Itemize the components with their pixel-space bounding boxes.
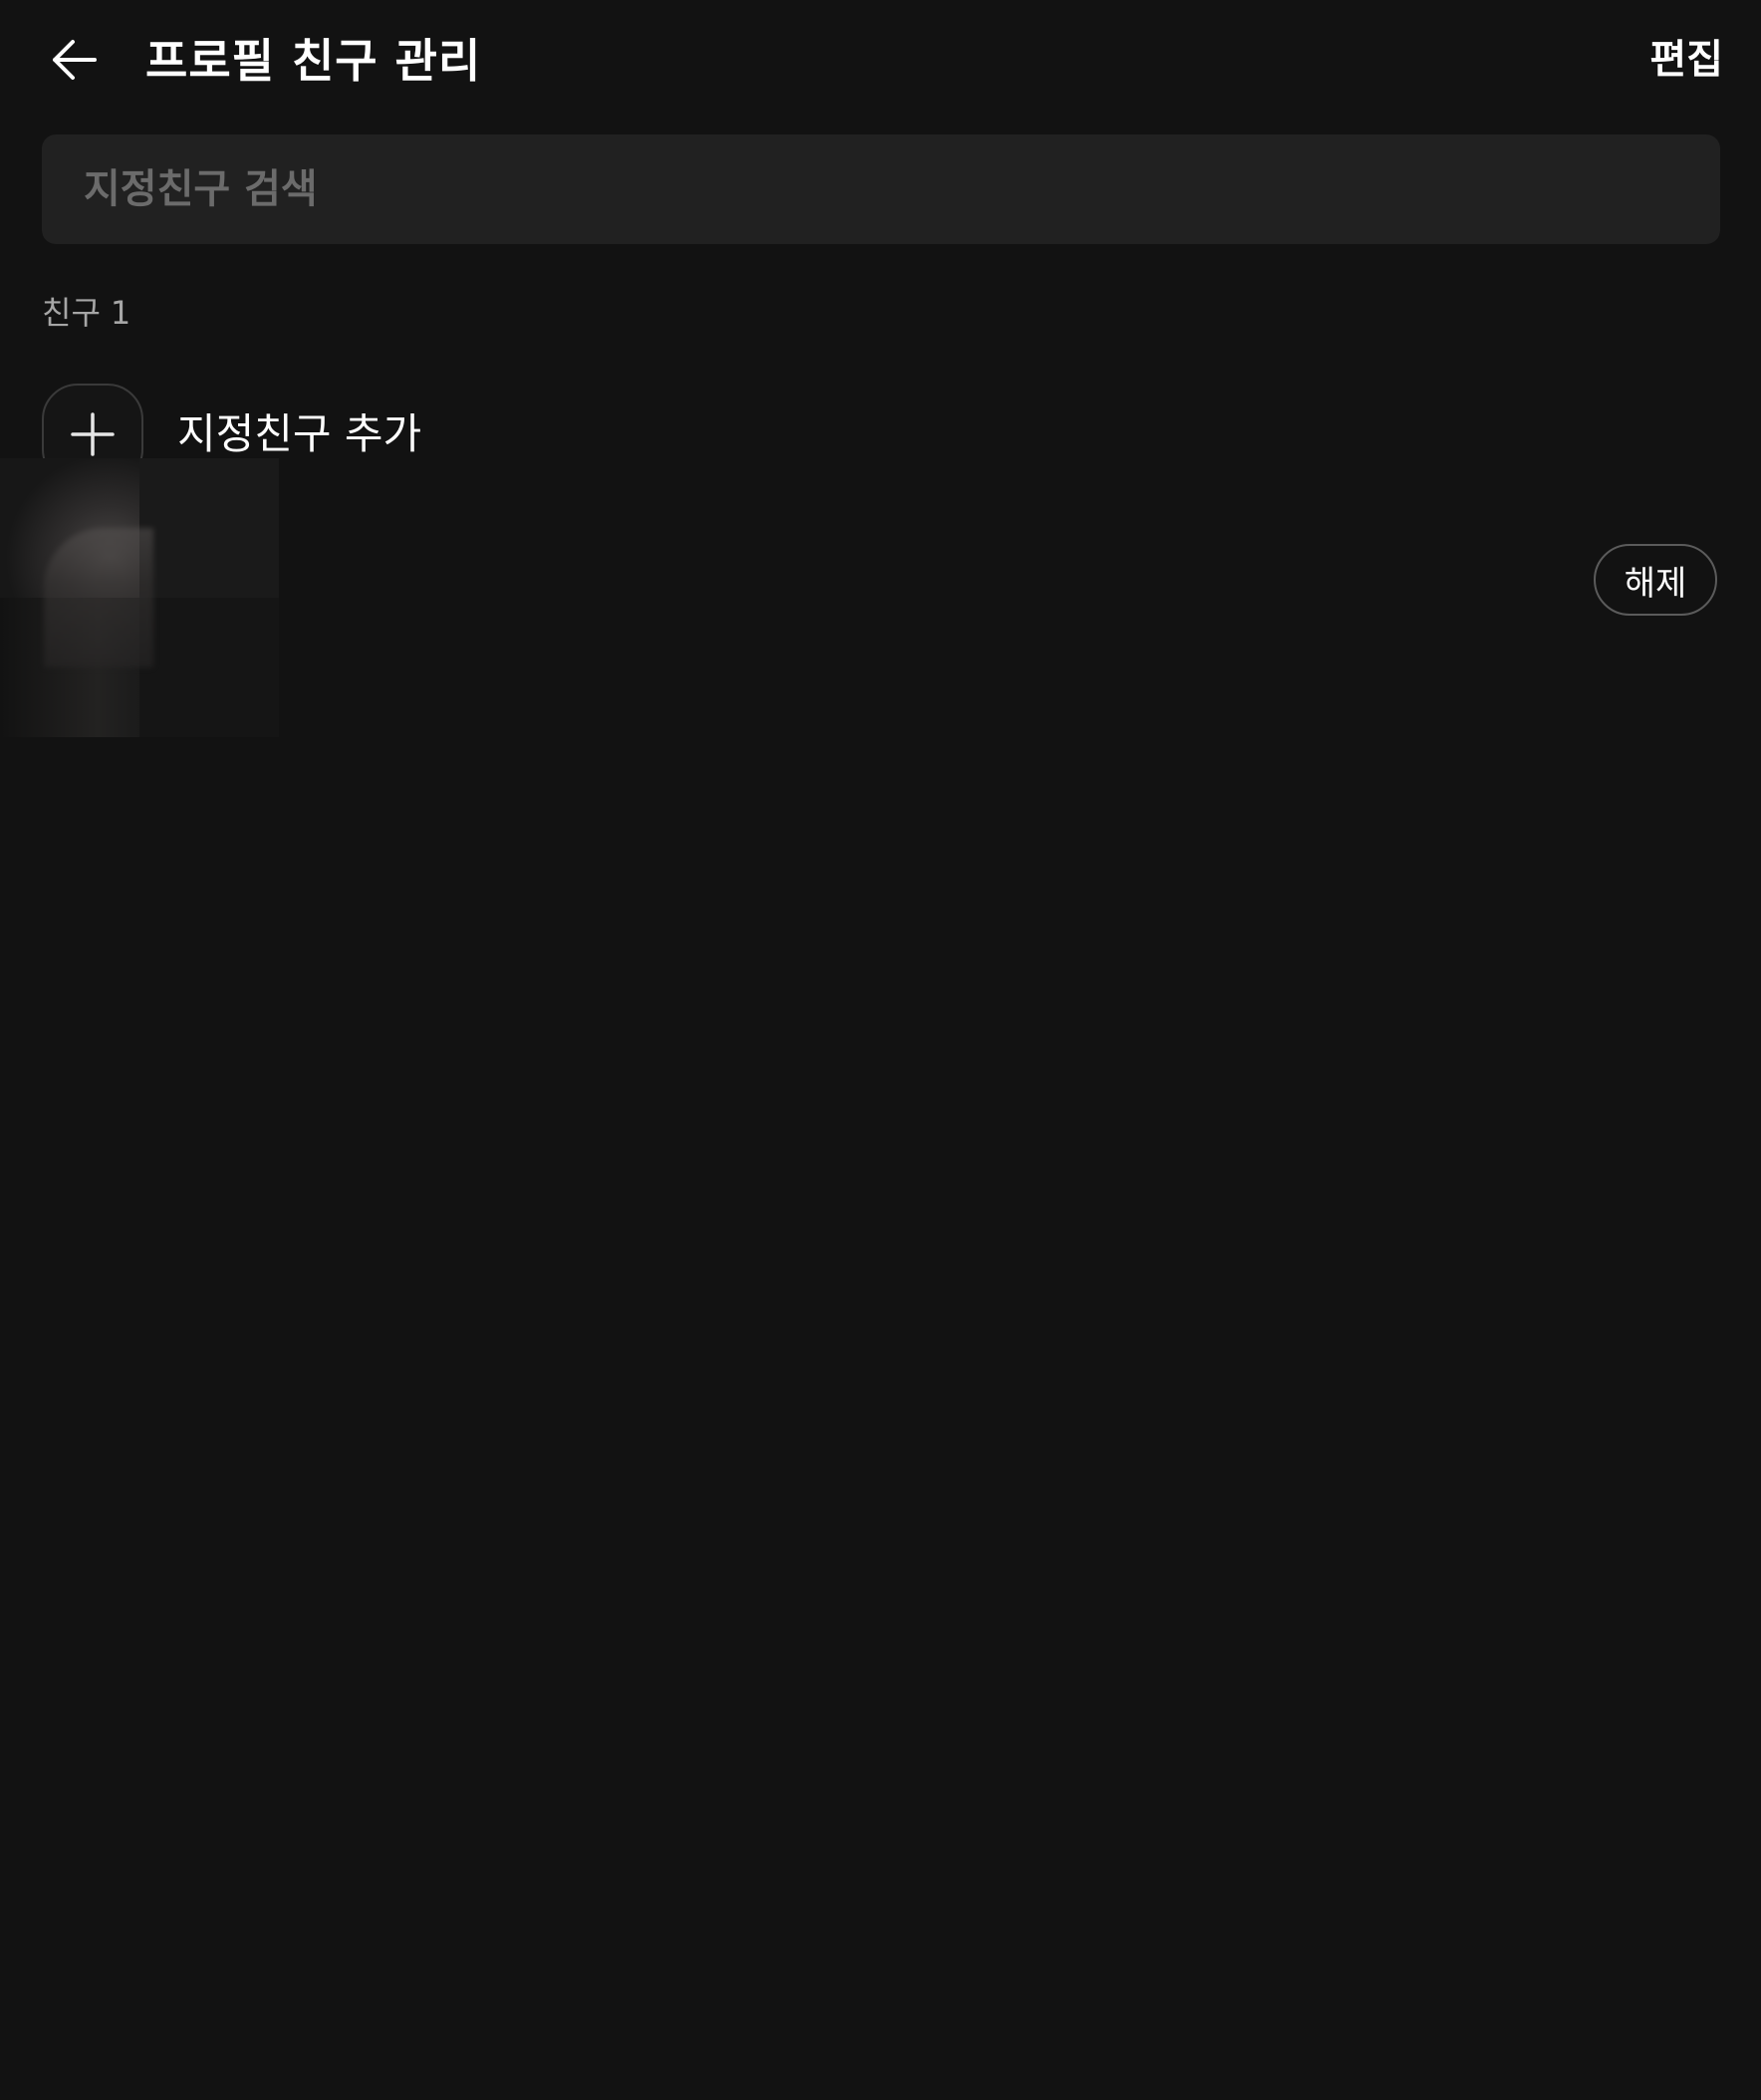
back-button[interactable] bbox=[36, 22, 112, 98]
search-input[interactable] bbox=[84, 134, 1677, 244]
friends-section-header: 친구 1 bbox=[42, 291, 140, 335]
avatar-silhouette bbox=[44, 528, 153, 667]
page-title: 프로필 친구 관리 bbox=[145, 34, 482, 88]
avatar-tile bbox=[139, 598, 279, 737]
plus-icon bbox=[71, 412, 115, 456]
search-bar bbox=[42, 134, 1720, 244]
avatar-tile bbox=[139, 458, 279, 598]
release-friend-button[interactable]: 해제 bbox=[1594, 544, 1717, 616]
friends-count: 1 bbox=[110, 294, 131, 332]
profile-friends-screen: 프로필 친구 관리 편집 친구1 지정친구 추가 해제 bbox=[0, 0, 1761, 2100]
arrow-left-icon bbox=[53, 40, 97, 80]
friends-section-label: 친구 bbox=[42, 294, 101, 332]
app-header: 프로필 친구 관리 편집 bbox=[0, 0, 1761, 124]
edit-button[interactable]: 편집 bbox=[1649, 32, 1723, 88]
friend-avatar bbox=[0, 458, 279, 737]
add-friend-label: 지정친구 추가 bbox=[177, 409, 422, 458]
